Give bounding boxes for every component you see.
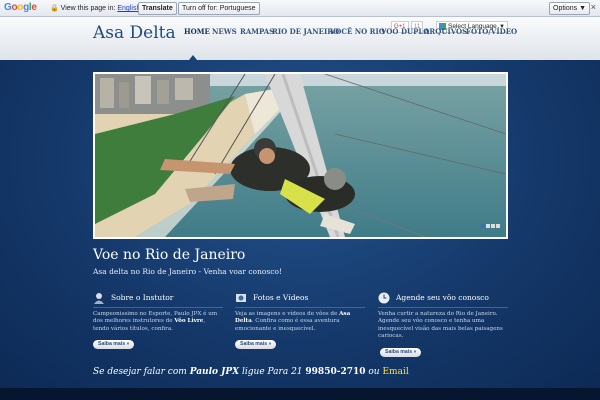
divider bbox=[93, 307, 223, 308]
feature-title: Agende seu vôo conosco bbox=[396, 293, 489, 302]
photo-icon bbox=[236, 294, 246, 302]
site-header: G+1 11 Select Language ▼ bbox=[0, 17, 600, 60]
clock-icon bbox=[378, 292, 390, 304]
google-logo: Google bbox=[4, 2, 37, 13]
nav-item-foto-video[interactable]: FOTO/VÍDEO bbox=[466, 27, 517, 36]
nav-item-rampas[interactable]: RAMPAS bbox=[240, 27, 274, 36]
hero-subtitle: Asa delta no Rio de Janeiro - Venha voar… bbox=[93, 267, 282, 276]
instructor-more-button[interactable]: Saiba mais » bbox=[93, 340, 135, 349]
close-icon[interactable]: × bbox=[591, 2, 596, 12]
slider-dot[interactable] bbox=[496, 224, 500, 228]
lock-icon: 🔒 bbox=[50, 5, 59, 12]
view-text: View this page in: bbox=[60, 5, 116, 12]
divider bbox=[235, 307, 365, 308]
feature-text: Campeonissimo no Esporte, Paulo JPX é um… bbox=[93, 311, 218, 332]
feature-title: Fotos e Vídeos bbox=[253, 293, 309, 302]
feature-title: Sobre o Instutor bbox=[111, 293, 174, 302]
translate-bar: Google 🔒 View this page in: English▾ Tra… bbox=[0, 0, 600, 17]
hero-title: Voe no Rio de Janeiro bbox=[93, 247, 246, 263]
contact-line: Se desejar falar com Paulo JPX ligue Par… bbox=[93, 367, 409, 377]
feature-text: Venha curtir a natureza do Rio de Janeir… bbox=[378, 311, 503, 340]
slider-dot[interactable] bbox=[486, 224, 490, 228]
hero-slider[interactable] bbox=[93, 72, 508, 239]
slider-dots bbox=[480, 213, 500, 232]
nav-item-voce-no-rio[interactable]: VOCÊ NO RIO bbox=[330, 27, 385, 36]
nav-active-pointer bbox=[189, 55, 197, 60]
site-logo[interactable]: Asa Delta bbox=[93, 23, 176, 43]
photos-more-button[interactable]: Saiba mais » bbox=[235, 340, 277, 349]
nav-item-news[interactable]: NEWS bbox=[212, 27, 237, 36]
slider-dot[interactable] bbox=[481, 224, 485, 228]
language-select[interactable]: English bbox=[117, 5, 140, 12]
options-button[interactable]: Options ▼ bbox=[549, 2, 590, 15]
instructor-icon bbox=[94, 293, 104, 304]
email-link[interactable]: Email bbox=[382, 367, 408, 377]
slider-dot[interactable] bbox=[491, 224, 495, 228]
nav-item-arquivos[interactable]: ARQUIVOS bbox=[424, 27, 467, 36]
footer bbox=[0, 388, 600, 400]
translate-prompt: 🔒 View this page in: English▾ bbox=[50, 4, 144, 12]
nav-item-home[interactable]: HOME bbox=[184, 27, 210, 36]
divider bbox=[378, 307, 508, 308]
translate-button[interactable]: Translate bbox=[138, 2, 177, 15]
nav-item-voo-duplo[interactable]: VOO DUPLO bbox=[381, 27, 429, 36]
turn-off-button[interactable]: Turn off for: Portuguese bbox=[178, 2, 260, 15]
schedule-more-button[interactable]: Saiba mais » bbox=[380, 348, 422, 357]
hero-image bbox=[95, 74, 506, 237]
feature-text: Veja as imagens e vídeos de vôos de Asa … bbox=[235, 311, 351, 332]
